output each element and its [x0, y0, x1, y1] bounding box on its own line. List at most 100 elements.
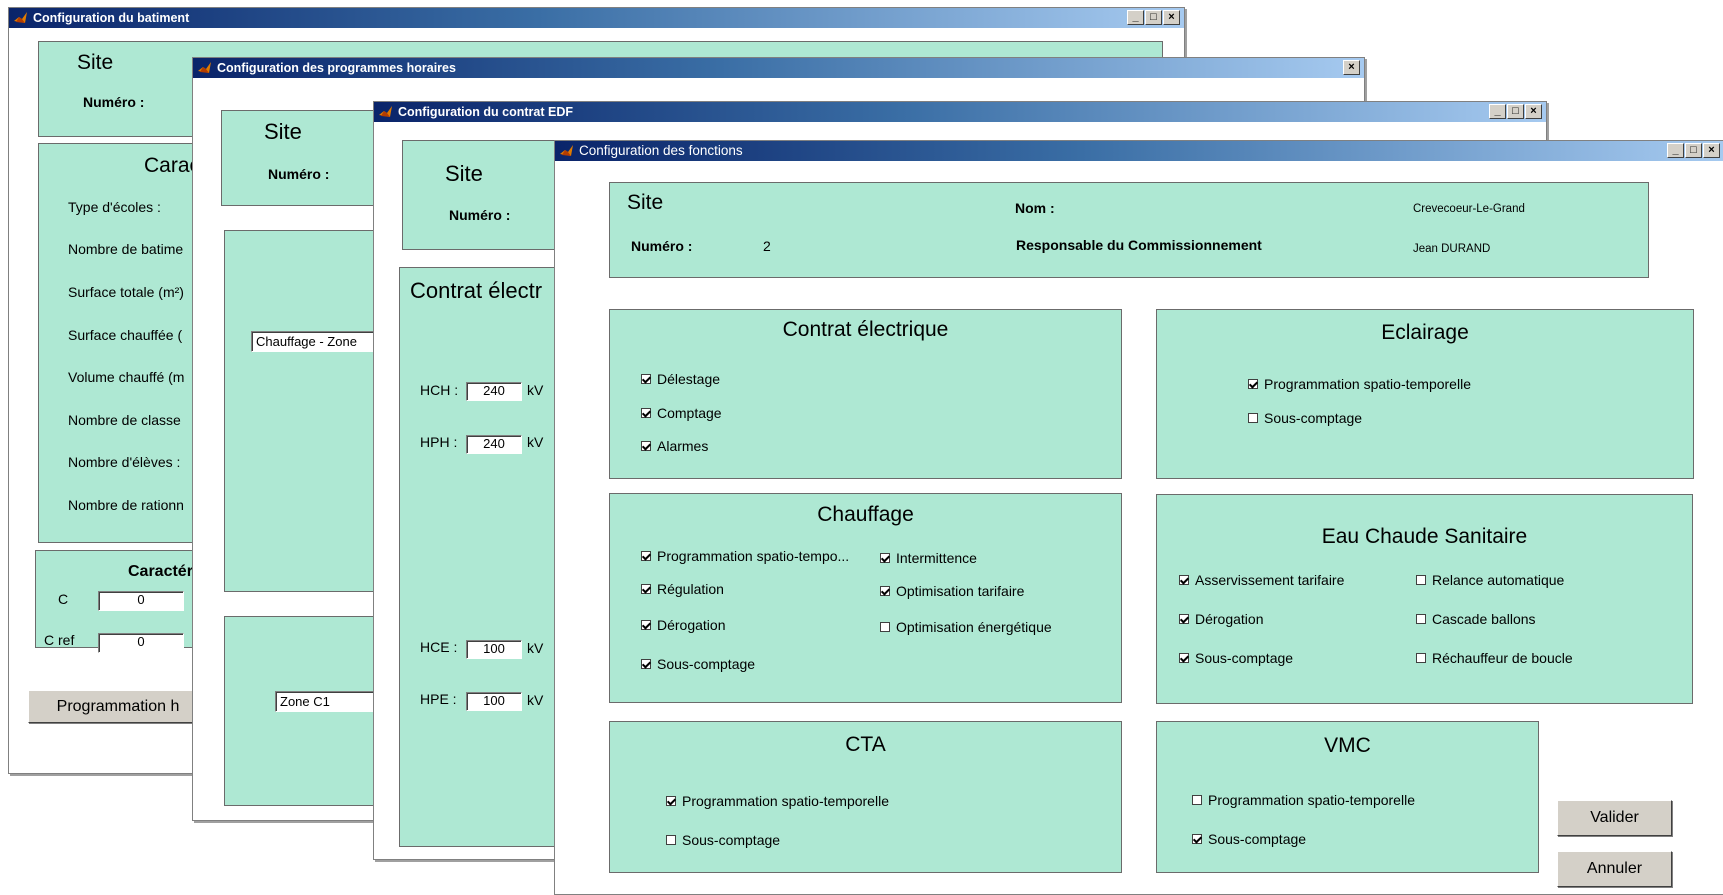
checkbox-label: Dérogation — [1195, 611, 1264, 627]
checkbox-box[interactable] — [880, 586, 890, 596]
checkbox-box[interactable] — [1192, 795, 1202, 805]
ecs-derogation-checkbox[interactable]: Dérogation — [1179, 611, 1264, 627]
site-panel: Site Numéro : 2 Nom : Crevecoeur-Le-Gran… — [609, 182, 1649, 278]
checkbox-box[interactable] — [880, 622, 890, 632]
valider-button[interactable]: Valider — [1557, 800, 1672, 836]
checkbox-box[interactable] — [1416, 614, 1426, 624]
checkbox-label: Programmation spatio-temporelle — [1208, 792, 1415, 808]
ecs-sous-comptage-checkbox[interactable]: Sous-comptage — [1179, 650, 1293, 666]
minimize-button[interactable]: _ — [1127, 10, 1144, 25]
checkbox-label: Optimisation énergétique — [896, 619, 1052, 635]
eclairage-sous-comptage-checkbox[interactable]: Sous-comptage — [1248, 410, 1362, 426]
responsable-label: Responsable du Commissionnement — [1016, 237, 1262, 253]
hph-input[interactable]: 240 — [466, 435, 522, 454]
nom-label: Nom : — [1015, 200, 1055, 216]
checkbox-box[interactable] — [666, 835, 676, 845]
contrat-electrique-panel: Contrat électrique Délestage Comptage Al… — [609, 309, 1122, 479]
checkbox-box[interactable] — [880, 553, 890, 563]
field-label: Surface totale (m²) — [68, 284, 184, 300]
cascade-ballons-checkbox[interactable]: Cascade ballons — [1416, 611, 1536, 627]
hch-input[interactable]: 240 — [466, 382, 522, 401]
checkbox-box[interactable] — [1248, 413, 1258, 423]
titlebar-batiment[interactable]: Configuration du batiment _ □ × — [9, 8, 1184, 28]
maximize-button[interactable]: □ — [1685, 143, 1702, 158]
close-button[interactable]: × — [1343, 60, 1360, 75]
hpe-input[interactable]: 100 — [466, 692, 522, 711]
chauffage-title: Chauffage — [817, 503, 914, 526]
checkbox-box[interactable] — [1416, 653, 1426, 663]
checkbox-label: Sous-comptage — [1208, 831, 1307, 847]
annuler-button[interactable]: Annuler — [1557, 851, 1672, 887]
close-button[interactable]: × — [1163, 10, 1180, 25]
checkbox-box[interactable] — [641, 659, 651, 669]
checkbox-box[interactable] — [666, 796, 676, 806]
checkbox-box[interactable] — [641, 551, 651, 561]
checkbox-label: Dérogation — [657, 617, 726, 633]
eau-chaude-sanitaire-panel: Eau Chaude Sanitaire Asservissement tari… — [1156, 494, 1693, 704]
optimisation-energetique-checkbox[interactable]: Optimisation énergétique — [880, 619, 1052, 635]
checkbox-box[interactable] — [1416, 575, 1426, 585]
c-input[interactable]: 0 — [98, 591, 184, 611]
chauffage-panel: Chauffage Programmation spatio-tempo... … — [609, 493, 1122, 703]
checkbox-box[interactable] — [641, 584, 651, 594]
cta-sous-comptage-checkbox[interactable]: Sous-comptage — [666, 832, 780, 848]
regulation-checkbox[interactable]: Régulation — [641, 581, 724, 597]
numero-value: 2 — [763, 238, 771, 254]
maximize-button[interactable]: □ — [1145, 10, 1162, 25]
relance-automatique-checkbox[interactable]: Relance automatique — [1416, 572, 1564, 588]
chauffage-derogation-checkbox[interactable]: Dérogation — [641, 617, 726, 633]
window-title: Configuration du batiment — [33, 11, 190, 25]
matlab-logo-icon — [560, 145, 573, 156]
hpe-unit: kV — [527, 692, 544, 708]
intermittence-checkbox[interactable]: Intermittence — [880, 550, 977, 566]
checkbox-label: Asservissement tarifaire — [1195, 572, 1345, 588]
titlebar-contrat-edf[interactable]: Configuration du contrat EDF _ □ × — [374, 102, 1546, 122]
checkbox-box[interactable] — [1248, 379, 1258, 389]
window-title: Configuration des programmes horaires — [217, 61, 456, 75]
asservissement-tarifaire-checkbox[interactable]: Asservissement tarifaire — [1179, 572, 1344, 588]
field-label: Nombre de batime — [68, 241, 184, 257]
checkbox-box[interactable] — [1179, 614, 1189, 624]
vmc-sous-comptage-checkbox[interactable]: Sous-comptage — [1192, 831, 1306, 847]
cta-title: CTA — [845, 733, 886, 756]
checkbox-label: Programmation spatio-temporelle — [682, 793, 889, 809]
contrat-title: Contrat électr — [410, 278, 543, 303]
checkbox-label: Programmation spatio-temporelle — [1264, 376, 1471, 392]
maximize-button[interactable]: □ — [1507, 104, 1524, 119]
cref-input[interactable]: 0 — [98, 633, 184, 653]
checkbox-label: Programmation spatio-tempo... — [657, 548, 850, 564]
optimisation-tarifaire-checkbox[interactable]: Optimisation tarifaire — [880, 583, 1024, 599]
delestage-checkbox[interactable]: Délestage — [641, 371, 720, 387]
eclairage-programmation-checkbox[interactable]: Programmation spatio-temporelle — [1248, 376, 1471, 392]
programmation-horaire-button[interactable]: Programmation h — [28, 690, 208, 723]
window-fonctions: Configuration des fonctions _ □ × Site N… — [554, 140, 1723, 895]
titlebar-programmes[interactable]: Configuration des programmes horaires × — [193, 58, 1364, 78]
checkbox-box[interactable] — [641, 441, 651, 451]
checkbox-box[interactable] — [641, 620, 651, 630]
cta-programmation-checkbox[interactable]: Programmation spatio-temporelle — [666, 793, 889, 809]
rechauffeur-boucle-checkbox[interactable]: Réchauffeur de boucle — [1416, 650, 1573, 666]
hce-input[interactable]: 100 — [466, 640, 522, 659]
vmc-programmation-checkbox[interactable]: Programmation spatio-temporelle — [1192, 792, 1415, 808]
checkbox-box[interactable] — [1179, 575, 1189, 585]
checkbox-label: Cascade ballons — [1432, 611, 1536, 627]
chauffage-sous-comptage-checkbox[interactable]: Sous-comptage — [641, 656, 755, 672]
checkbox-label: Intermittence — [896, 550, 977, 566]
close-button[interactable]: × — [1525, 104, 1542, 119]
minimize-button[interactable]: _ — [1667, 143, 1684, 158]
alarmes-checkbox[interactable]: Alarmes — [641, 438, 708, 454]
checkbox-box[interactable] — [1192, 834, 1202, 844]
comptage-checkbox[interactable]: Comptage — [641, 405, 722, 421]
hch-label: HCH : — [420, 382, 459, 398]
titlebar-fonctions[interactable]: Configuration des fonctions _ □ × — [555, 141, 1723, 161]
checkbox-box[interactable] — [1179, 653, 1189, 663]
field-label: Nombre de classe — [68, 412, 181, 428]
minimize-button[interactable]: _ — [1489, 104, 1506, 119]
checkbox-box[interactable] — [641, 408, 651, 418]
close-button[interactable]: × — [1703, 143, 1720, 158]
chauffage-programmation-checkbox[interactable]: Programmation spatio-tempo... — [641, 548, 849, 564]
hph-label: HPH : — [420, 434, 458, 450]
checkbox-label: Sous-comptage — [1195, 650, 1294, 666]
checkbox-box[interactable] — [641, 374, 651, 384]
site-title: Site — [445, 161, 483, 186]
